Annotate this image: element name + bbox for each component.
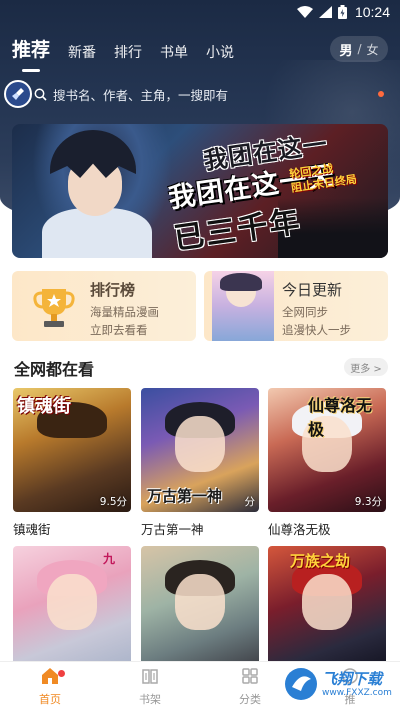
today-update-artwork	[212, 271, 274, 341]
today-card-line1: 全网同步	[282, 305, 328, 319]
comic-score: 分	[244, 496, 256, 508]
comic-score: 9.3分	[354, 496, 382, 508]
more-button[interactable]: 更多 >	[344, 358, 388, 376]
today-card-line2: 追漫快人一步	[282, 323, 351, 337]
comic-card[interactable]: 万古第一神 分 万古第一神	[141, 388, 259, 538]
status-time: 10:24	[354, 4, 390, 20]
nav-category-label: 分类	[239, 692, 261, 706]
cover-title-text: 仙尊洛无极	[308, 396, 373, 439]
comic-card[interactable]: 万族之劫	[268, 546, 386, 670]
watermark-logo-icon	[284, 667, 318, 705]
wifi-icon	[296, 6, 313, 18]
cover-figure	[175, 416, 225, 472]
comic-card[interactable]: 九	[13, 546, 131, 670]
nav-home-label: 首页	[39, 692, 61, 706]
top-tab-bar: 推荐 新番 排行 书单 小说	[12, 34, 252, 72]
site-watermark: 飞翔下载 www.FXXZ.com	[284, 663, 396, 709]
status-bar: 10:24	[0, 0, 400, 24]
search-input[interactable]: 搜书名、作者、主角，一搜即有	[26, 80, 378, 108]
section-title: 全网都在看	[14, 360, 95, 379]
bookshelf-icon	[141, 667, 159, 688]
home-icon	[41, 667, 59, 688]
cover-title-text: 镇魂街	[17, 396, 71, 417]
comic-title[interactable]: 仙尊洛无极	[268, 519, 386, 538]
cover-figure	[302, 574, 352, 630]
tab-booklist[interactable]: 书单	[160, 42, 188, 64]
comic-cover[interactable]	[141, 546, 259, 670]
cover-title-text: 九	[103, 552, 116, 566]
cover-title-text: 万族之劫	[290, 552, 351, 570]
tab-ranking[interactable]: 排行	[114, 42, 142, 64]
signal-icon	[318, 6, 332, 18]
notification-dot	[378, 91, 384, 97]
comic-card[interactable]: 仙尊洛无极 9.3分 仙尊洛无极	[268, 388, 386, 538]
gender-switch[interactable]: 男 / 女	[330, 36, 388, 62]
comic-score: 9.5分	[99, 496, 127, 508]
comic-title[interactable]: 镇魂街	[13, 519, 131, 538]
gender-separator: /	[357, 42, 362, 56]
ranking-card-line1: 海量精品漫画	[90, 305, 159, 319]
watermark-url: www.FXXZ.com	[322, 688, 392, 698]
comic-card[interactable]	[141, 546, 259, 670]
cover-figure	[47, 574, 97, 630]
comic-cover[interactable]: 仙尊洛无极 9.3分	[268, 388, 386, 512]
comic-card[interactable]: 镇魂街 9.5分 镇魂街	[13, 388, 131, 538]
comic-cover[interactable]: 镇魂街 9.5分	[13, 388, 131, 512]
nav-bookshelf[interactable]: 书架	[100, 662, 200, 711]
cover-title-text: 万古第一神	[147, 487, 223, 505]
today-update-card[interactable]: 今日更新 全网同步 追漫快人一步	[204, 271, 388, 341]
watermark-text: 飞翔下载	[322, 670, 383, 688]
battery-icon	[337, 5, 347, 19]
category-grid-icon	[241, 667, 259, 688]
today-card-title: 今日更新	[282, 281, 343, 299]
comic-cover[interactable]: 万古第一神 分	[141, 388, 259, 512]
nav-home[interactable]: 首页	[0, 662, 100, 711]
comic-title[interactable]: 万古第一神	[141, 519, 259, 538]
ranking-card-line2: 立即去看看	[90, 323, 148, 337]
cover-figure	[175, 574, 225, 630]
ranking-card[interactable]: 排行榜 海量精品漫画 立即去看看	[12, 271, 196, 341]
search-placeholder: 搜书名、作者、主角，一搜即有	[53, 87, 229, 103]
comic-cover[interactable]: 九	[13, 546, 131, 670]
gender-male[interactable]: 男	[339, 40, 352, 59]
search-icon	[34, 88, 47, 101]
banner-carousel[interactable]: 我团在这一 我团在这一天 已三千年 轮回之战 阻止末日终局	[12, 124, 388, 258]
tab-new[interactable]: 新番	[68, 42, 96, 64]
tab-recommend[interactable]: 推荐	[12, 35, 50, 72]
trophy-icon	[30, 283, 78, 335]
tab-novel[interactable]: 小说	[206, 42, 234, 64]
search-bar[interactable]: 搜书名、作者、主角，一搜即有	[4, 78, 390, 110]
comic-cover[interactable]: 万族之劫	[268, 546, 386, 670]
bottom-navigation: 首页 书架 分类 推 飞翔下载 www.FXXZ.com	[0, 661, 400, 711]
gender-female[interactable]: 女	[367, 41, 379, 58]
nav-notification-dot	[58, 670, 65, 677]
ranking-card-title: 排行榜	[90, 281, 136, 299]
nav-bookshelf-label: 书架	[139, 692, 161, 706]
